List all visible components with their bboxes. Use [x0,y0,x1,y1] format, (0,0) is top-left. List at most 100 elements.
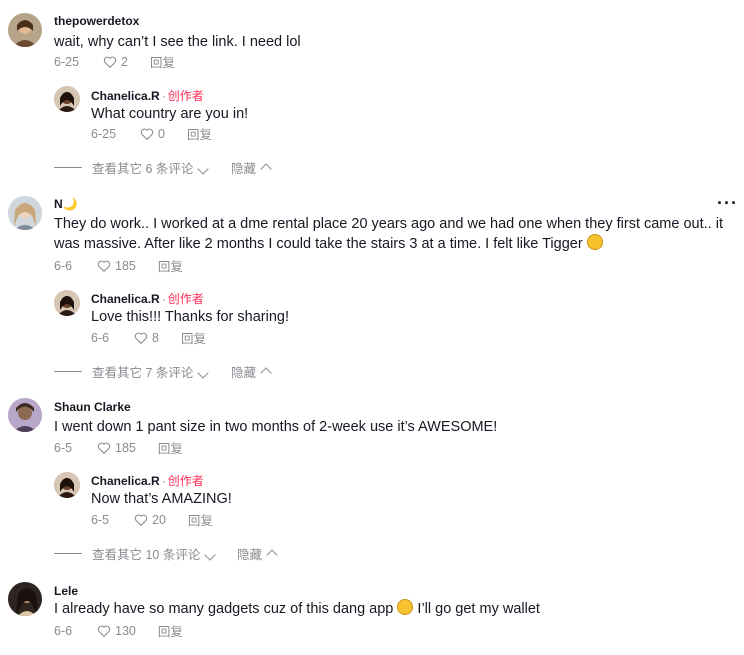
like-button[interactable]: 8 [133,330,159,346]
view-more-replies-button[interactable]: 查看其它 6 条评论 [92,158,210,177]
avatar[interactable] [8,398,42,432]
avatar[interactable] [8,582,42,616]
separator-dot: · [161,292,166,306]
reply-text: Love this!!! Thanks for sharing! [91,309,290,325]
avatar[interactable] [54,86,80,112]
like-button[interactable]: 185 [96,258,136,274]
hide-label[interactable]: 隐藏 [237,548,262,562]
reply-button[interactable]: 回复 [150,52,175,71]
heart-outline-icon [140,128,154,140]
comment-text: I went down 1 pant size in two months of… [54,419,498,435]
reply-button[interactable]: 回复 [187,124,212,143]
creator-badge: 创作者 [167,292,204,306]
view-more-label[interactable]: 查看其它 7 条评论 [92,366,193,380]
avatar[interactable] [8,196,42,230]
like-count: 0 [158,126,165,141]
hide-replies-button[interactable]: 隐藏 [237,544,278,563]
reply-username[interactable]: Chanelica.R · 创作者 [91,472,204,489]
chevron-down-icon [197,367,210,379]
comment-text-body: They do work.. I worked at a dme rental … [54,216,723,252]
crying-emoji-icon [397,599,414,615]
heart-outline-icon [97,260,111,272]
reply-button[interactable]: 回复 [188,510,213,529]
heart-outline-icon [97,625,111,637]
reply-date: 6-6 [91,330,110,345]
reply-username-text[interactable]: Chanelica.R [91,474,160,488]
replies-control: 查看其它 10 条评论 隐藏 [54,544,314,563]
creator-badge: 创作者 [167,89,204,103]
reply-username-text[interactable]: Chanelica.R [91,89,160,103]
comment-date: 6-6 [54,623,73,638]
reply-text: What country are you in! [91,106,249,122]
comment-text: I already have so many gadgets cuz of th… [54,599,740,619]
divider [54,553,82,554]
comment-meta: 6-6 130 回复 [54,621,183,640]
chevron-up-icon [266,549,278,561]
replies-control: 查看其它 7 条评论 隐藏 [54,362,314,381]
divider [54,371,82,372]
comment-text: wait, why can’t I see the link. I need l… [54,34,301,50]
heart-outline-icon [134,332,148,344]
reply-meta: 6-25 0 回复 [91,124,212,143]
comment-date: 6-25 [54,54,80,69]
hide-replies-button[interactable]: 隐藏 [231,158,272,177]
like-button[interactable]: 2 [102,54,128,70]
reply-meta: 6-6 8 回复 [91,328,206,347]
chevron-down-icon [197,163,210,175]
avatar[interactable] [54,290,80,316]
comment-username[interactable]: thepowerdetox [54,14,139,28]
replies-control: 查看其它 6 条评论 隐藏 [54,158,314,177]
comment-meta: 6-25 2 回复 [54,52,175,71]
like-count: 185 [115,258,136,273]
reply-username[interactable]: Chanelica.R · 创作者 [91,87,204,104]
like-count: 2 [121,54,128,69]
reply-text: Now that’s AMAZING! [91,491,232,507]
like-count: 8 [152,330,159,345]
comment-username[interactable]: Shaun Clarke [54,400,131,414]
comment-text-tail: I’ll go get my wallet [417,601,540,617]
more-options-icon[interactable]: ··· [717,193,738,214]
hide-label[interactable]: 隐藏 [231,162,256,176]
chevron-up-icon [260,367,272,379]
view-more-label[interactable]: 查看其它 6 条评论 [92,162,193,176]
like-button[interactable]: 130 [96,623,136,639]
reply-button[interactable]: 回复 [158,621,183,640]
avatar[interactable] [54,472,80,498]
view-more-label[interactable]: 查看其它 10 条评论 [92,548,200,562]
hide-label[interactable]: 隐藏 [231,366,256,380]
like-count: 130 [115,623,136,638]
like-button[interactable]: 185 [96,440,136,456]
laughing-emoji-icon [586,234,603,250]
view-more-replies-button[interactable]: 查看其它 10 条评论 [92,544,217,563]
comment-username[interactable]: N🌙 [54,197,78,211]
hide-replies-button[interactable]: 隐藏 [231,362,272,381]
chevron-up-icon [260,163,272,175]
reply-date: 6-25 [91,126,117,141]
separator-dot: · [161,474,166,488]
view-more-replies-button[interactable]: 查看其它 7 条评论 [92,362,210,381]
divider [54,167,82,168]
comment-meta: 6-6 185 回复 [54,256,183,275]
heart-outline-icon [97,442,111,454]
avatar[interactable] [8,13,42,47]
comment-text-body: I already have so many gadgets cuz of th… [54,601,394,617]
like-button[interactable]: 20 [133,512,166,528]
like-button[interactable]: 0 [139,126,165,142]
comment-meta: 6-5 185 回复 [54,438,183,457]
reply-username-text[interactable]: Chanelica.R [91,292,160,306]
like-count: 185 [115,440,136,455]
comment-text: They do work.. I worked at a dme rental … [54,214,740,254]
reply-username[interactable]: Chanelica.R · 创作者 [91,290,204,307]
separator-dot: · [161,89,166,103]
reply-date: 6-5 [91,512,110,527]
creator-badge: 创作者 [167,474,204,488]
reply-meta: 6-5 20 回复 [91,510,213,529]
reply-button[interactable]: 回复 [158,256,183,275]
reply-button[interactable]: 回复 [181,328,206,347]
comment-date: 6-6 [54,258,73,273]
heart-outline-icon [103,56,117,68]
like-count: 20 [152,512,166,527]
reply-button[interactable]: 回复 [158,438,183,457]
comment-username[interactable]: Lele [54,584,78,598]
heart-outline-icon [134,514,148,526]
